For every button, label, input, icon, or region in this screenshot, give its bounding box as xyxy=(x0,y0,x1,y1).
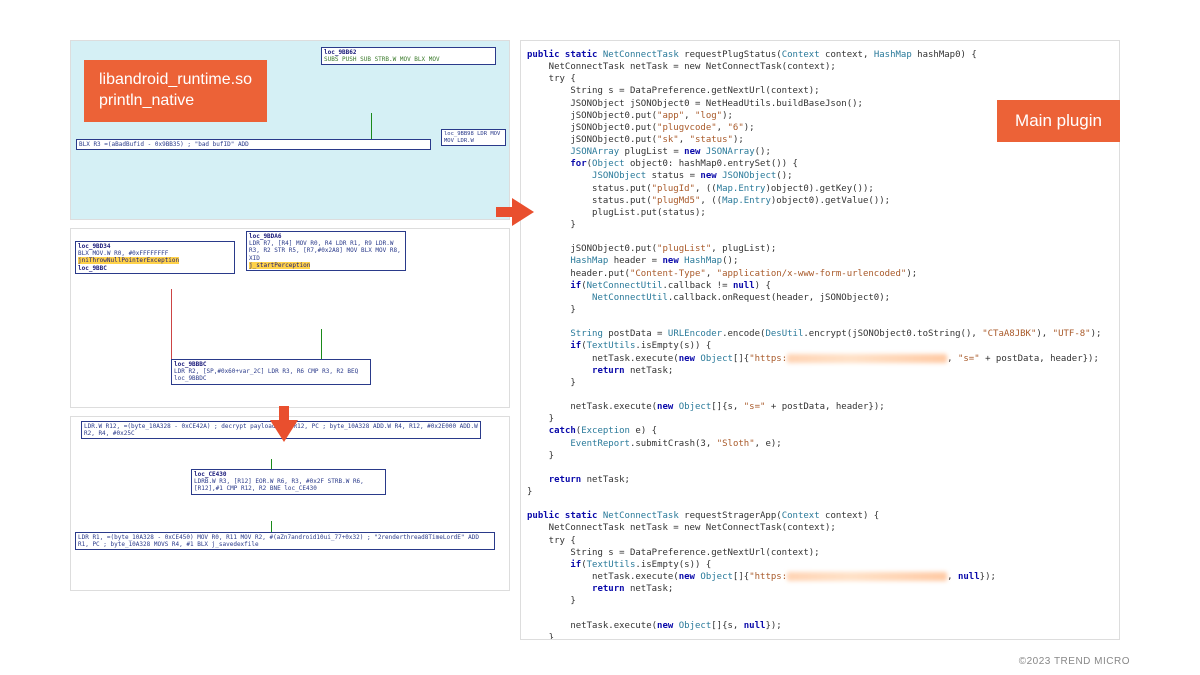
arrow-right-icon xyxy=(512,198,534,226)
graph-node: loc_9BBBC LDR R2, [SP,#0x60+var_2C] LDR … xyxy=(171,359,371,385)
redacted-url xyxy=(787,572,947,581)
copyright-footer: ©2023 TREND MICRO xyxy=(1019,656,1130,667)
graph-node: LDR R1, =(byte_10A328 - 0xCE450) MOV R0,… xyxy=(75,532,495,550)
left-callout-label: libandroid_runtime.so println_native xyxy=(84,60,267,122)
graph-node: loc_9BB98 LDR MOV MOV LDR.W xyxy=(441,129,506,146)
graph-edge xyxy=(271,521,272,532)
disassembly-column: loc_9BB62 SUBS PUSH SUB STRB.W MOV BLX M… xyxy=(70,40,510,640)
graph-node: loc_CE430 LDRB.W R3, [R12] EOR.W R6, R3,… xyxy=(191,469,386,495)
left-callout-line2: println_native xyxy=(99,92,194,109)
redacted-url xyxy=(787,354,947,363)
ida-graph-pane-bottom: LDR.W R12, =(byte_10A328 - 0xCE42A) ; de… xyxy=(70,416,510,591)
right-callout-label: Main plugin xyxy=(997,100,1120,142)
graph-edge xyxy=(171,289,172,359)
ida-graph-pane-middle: loc_9BD34 BLX MOV.W R0, #0xFFFFFFFF jniT… xyxy=(70,228,510,408)
graph-edge xyxy=(271,459,272,469)
graph-edge xyxy=(371,113,372,139)
graph-node: loc_9BB62 SUBS PUSH SUB STRB.W MOV BLX M… xyxy=(321,47,496,65)
graph-node: loc_9BDA6 LDR R7, [R4] MOV R0, R4 LDR R1… xyxy=(246,231,406,271)
left-callout-line1: libandroid_runtime.so xyxy=(99,71,252,88)
main-content: loc_9BB62 SUBS PUSH SUB STRB.W MOV BLX M… xyxy=(70,40,1130,640)
arrow-down-icon xyxy=(270,420,298,442)
right-callout-text: Main plugin xyxy=(1015,111,1102,130)
graph-node: loc_9BD34 BLX MOV.W R0, #0xFFFFFFFF jniT… xyxy=(75,241,235,274)
graph-node: BLX R3 =(aBadBufid - 0x9BB35) ; "bad buf… xyxy=(76,139,431,150)
graph-edge xyxy=(321,329,322,359)
